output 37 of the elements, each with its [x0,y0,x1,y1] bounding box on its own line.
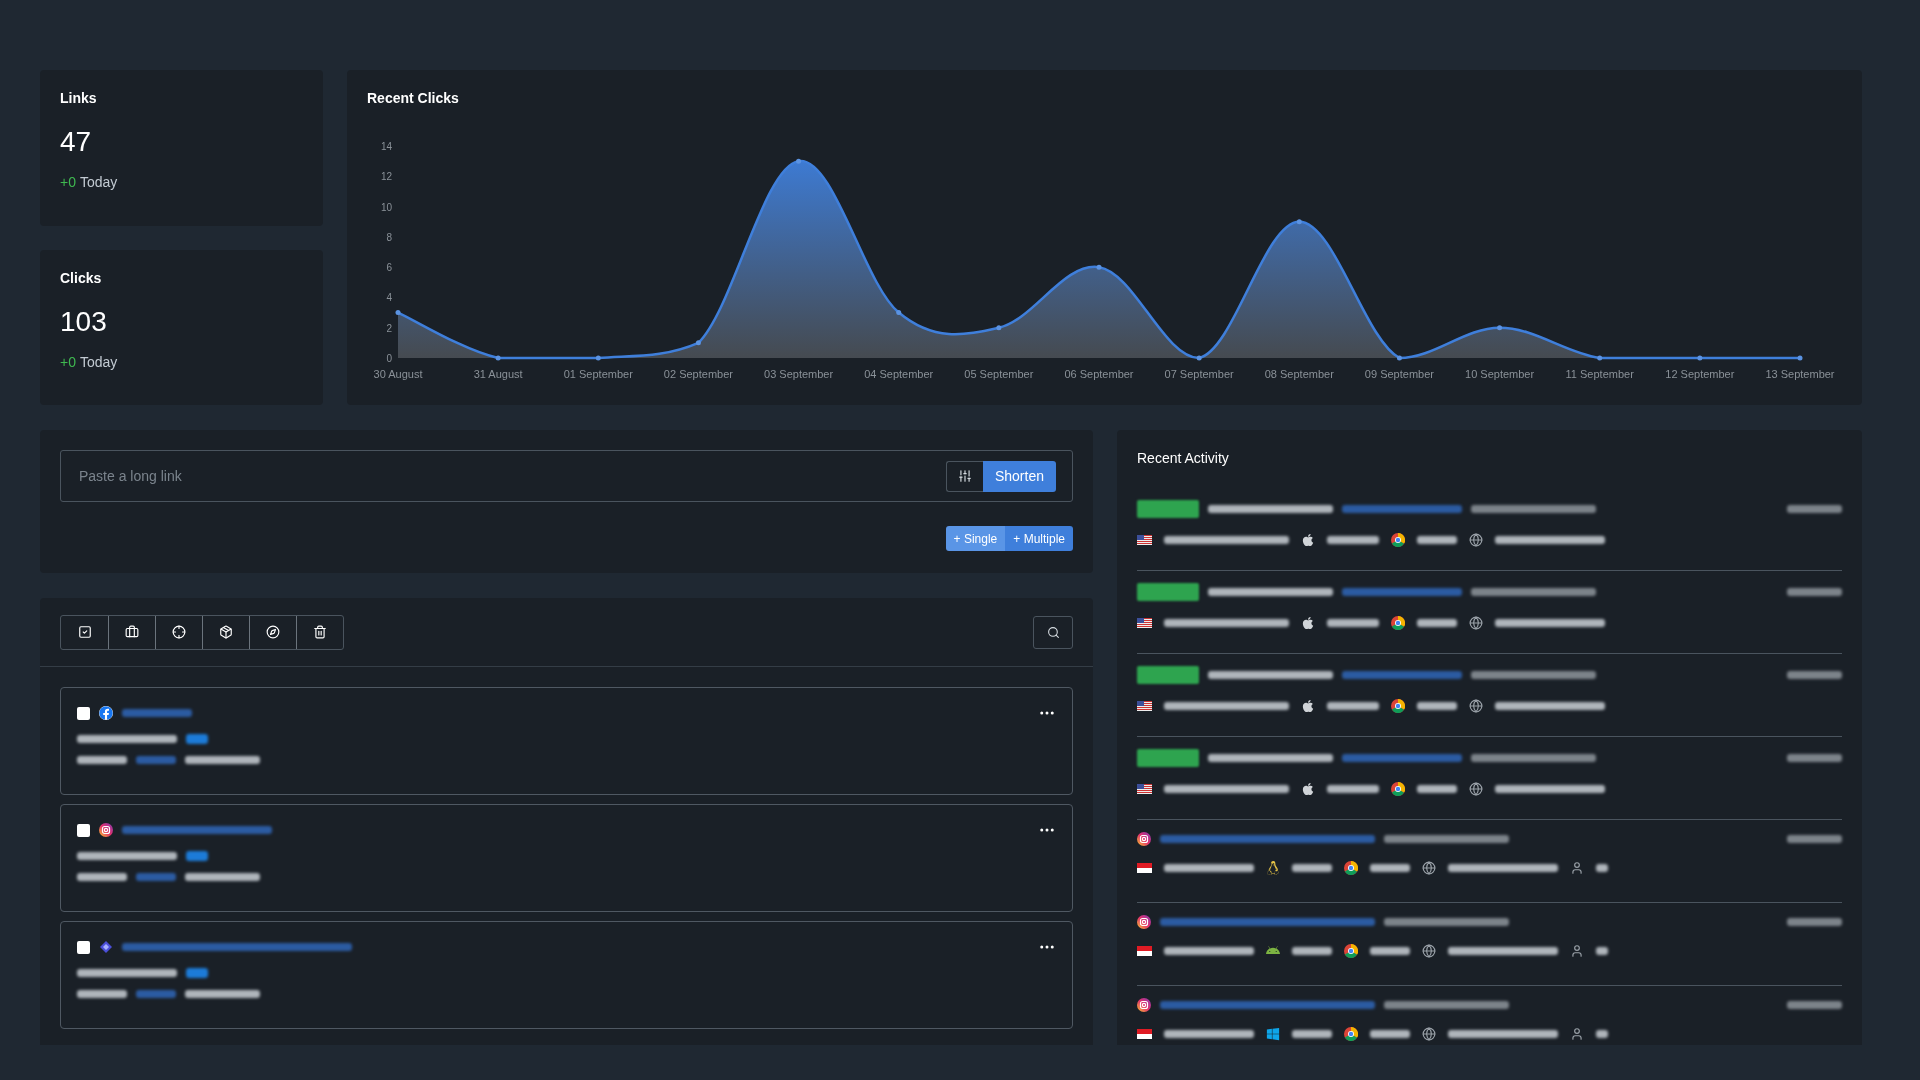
axis-label: 06 September [1064,368,1134,380]
axis-label: 05 September [964,368,1034,380]
stat-label: Links [60,90,98,106]
axis-label: 02 September [663,368,733,380]
axis-label: 6 [386,262,392,274]
axis-label: 12 [380,171,392,183]
axis-label: 01 September [563,368,633,380]
axis-label: 07 September [1164,368,1234,380]
axis-label: 12 September [1665,368,1735,380]
stat-period: Today [79,174,118,190]
stat-value: 103 [60,305,108,338]
axis-label: 31 August [473,368,523,380]
axis-label: 14 [380,141,392,152]
stat-delta: +0 [60,174,76,190]
stat-period: Today [79,353,118,370]
mode-toggle[interactable]: + Multiple [1005,526,1073,551]
activity-title: Recent Activity [1137,450,1230,468]
stat-delta: +0 [60,353,76,370]
axis-label: 09 September [1364,368,1434,380]
stat-label: Clicks [60,269,103,286]
axis-label: 04 September [864,368,934,380]
mode-toggle[interactable]: + Single [945,526,1006,551]
axis-label: 10 [380,201,392,213]
shorten-button[interactable]: Shorten [982,460,1056,492]
axis-label: 11 September [1565,368,1634,380]
axis-label: 08 September [1264,368,1334,380]
axis-label: 0 [386,353,392,364]
chart-title: Recent Clicks [367,90,460,108]
link-field[interactable]: Paste a long link Shorten [60,450,1073,502]
axis-label: 8 [386,231,392,243]
axis-label: 30 August [373,368,423,380]
stat-value: 47 [60,126,93,158]
axis-label: 13 September [1765,368,1835,380]
axis-label: 10 September [1465,368,1535,380]
axis-label: 03 September [764,368,834,380]
axis-label: 2 [386,322,392,334]
axis-label: 4 [386,292,392,304]
